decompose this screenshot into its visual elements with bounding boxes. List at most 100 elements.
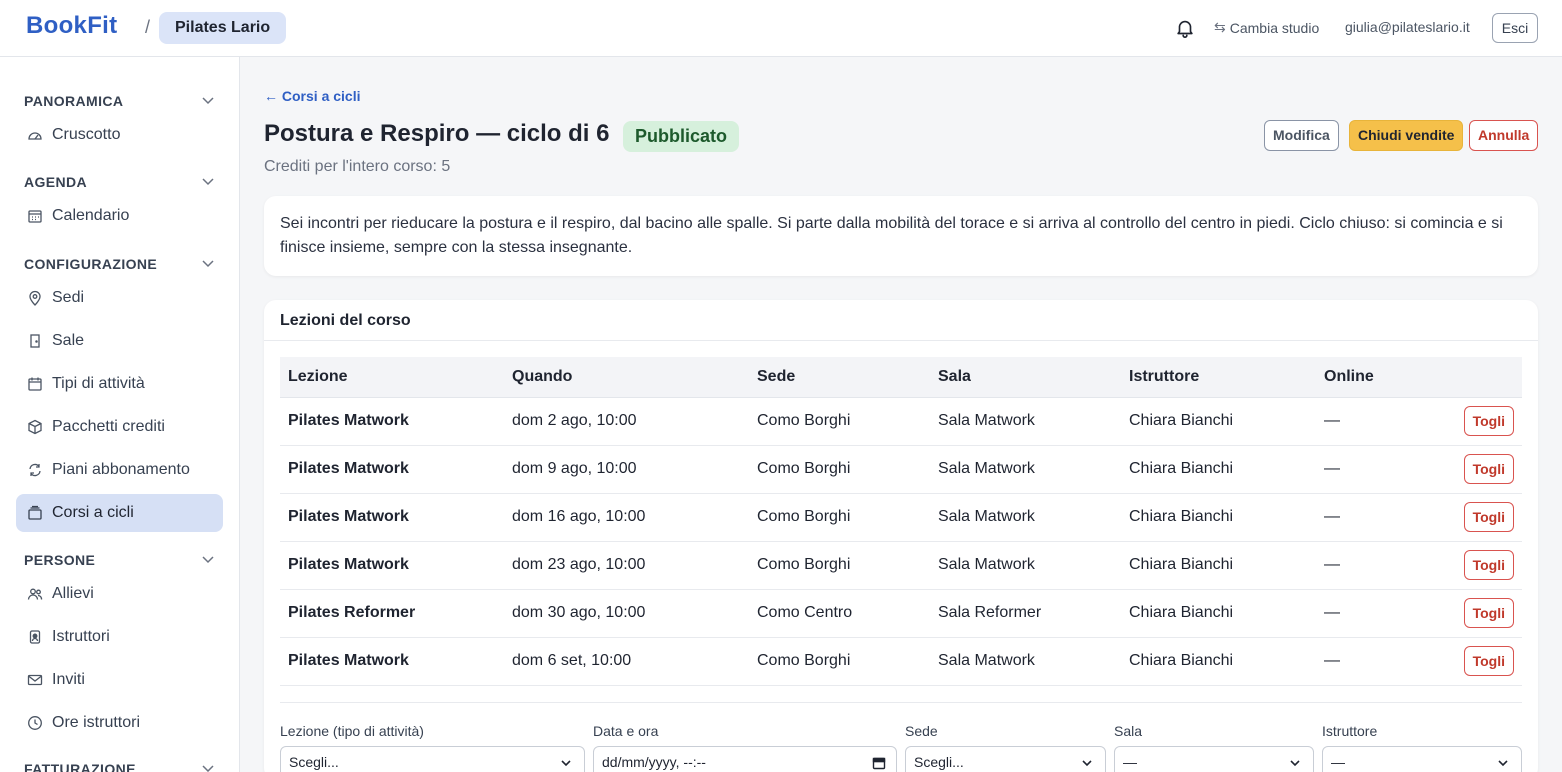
lesson-type-label: Lezione (tipo di attività) <box>280 723 424 739</box>
section-label: AGENDA <box>24 174 88 190</box>
remove-lesson-button[interactable]: Togli <box>1463 406 1514 436</box>
lesson-link[interactable]: Pilates Matwork <box>280 637 504 686</box>
datetime-input[interactable]: dd/mm/yyyy, --:-- <box>593 746 897 772</box>
close-sales-button[interactable]: Chiudi vendite <box>1349 120 1464 151</box>
row-actions: Togli <box>1413 397 1522 446</box>
calendar-icon[interactable] <box>872 756 886 770</box>
logout-button[interactable]: Esci <box>1492 13 1538 43</box>
user-email: giulia@pilateslario.it <box>1345 19 1470 35</box>
remove-lesson-button[interactable]: Togli <box>1463 646 1514 676</box>
column-header: Quando <box>504 357 749 398</box>
table-row: Pilates Reformer dom 30 ago, 10:00 Como … <box>280 589 1522 638</box>
lesson-online: — <box>1316 637 1413 686</box>
lesson-link[interactable]: Pilates Matwork <box>280 445 504 494</box>
venue-select[interactable]: Scegli... <box>905 746 1106 772</box>
clock-icon <box>26 714 44 732</box>
divider <box>280 702 1522 703</box>
cancel-course-button[interactable]: Annulla <box>1469 120 1539 151</box>
studio-name-pill[interactable]: Pilates Lario <box>159 12 287 44</box>
lesson-instructor: Chiara Bianchi <box>1121 397 1316 446</box>
layers-icon <box>26 504 44 522</box>
remove-lesson-button[interactable]: Togli <box>1463 550 1514 580</box>
sidebar-item-ore-istruttori[interactable]: Ore istruttori <box>16 704 223 742</box>
chevron-down-icon <box>1082 760 1092 767</box>
sidebar-item-piani-abbonamento[interactable]: Piani abbonamento <box>16 451 223 489</box>
remove-lesson-button[interactable]: Togli <box>1463 598 1514 628</box>
select-value: — <box>1123 754 1137 770</box>
sidebar-item-cruscotto[interactable]: Cruscotto <box>16 116 223 154</box>
refresh-icon <box>26 461 44 479</box>
back-link[interactable]: ← Corsi a cicli <box>264 88 360 104</box>
lesson-link[interactable]: Pilates Matwork <box>280 493 504 542</box>
row-actions: Togli <box>1413 493 1522 542</box>
chevron-down-icon <box>202 556 214 564</box>
lesson-online: — <box>1316 397 1413 446</box>
lesson-venue: Como Borghi <box>749 541 930 590</box>
calendar-grid-icon <box>26 207 44 225</box>
sidebar-item-label: Calendario <box>52 207 130 224</box>
lesson-venue: Como Borghi <box>749 445 930 494</box>
edit-button[interactable]: Modifica <box>1264 120 1339 151</box>
section-configurazione[interactable]: CONFIGURAZIONE <box>24 256 215 276</box>
table-row: Pilates Matwork dom 6 set, 10:00 Como Bo… <box>280 637 1522 686</box>
row-actions: Togli <box>1413 445 1522 494</box>
sidebar-item-calendario[interactable]: Calendario <box>16 197 223 235</box>
column-header: Sede <box>749 357 930 398</box>
lessons-card: Lezioni del corso Lezione Quando Sede Sa… <box>264 300 1538 772</box>
column-header: Online <box>1316 357 1413 398</box>
select-value: Scegli... <box>289 754 339 770</box>
sidebar-item-pacchetti-crediti[interactable]: Pacchetti crediti <box>16 408 223 446</box>
section-label: PERSONE <box>24 552 96 568</box>
sidebar-item-sale[interactable]: Sale <box>16 322 223 360</box>
lesson-online: — <box>1316 493 1413 542</box>
section-agenda[interactable]: AGENDA <box>24 174 215 194</box>
top-bar: BookFit / Pilates Lario ⇆ Cambia studio … <box>0 0 1562 57</box>
room-select[interactable]: — <box>1114 746 1314 772</box>
section-label: FATTURAZIONE <box>24 761 136 772</box>
sidebar-item-istruttori[interactable]: Istruttori <box>16 618 223 656</box>
lesson-when: dom 23 ago, 10:00 <box>504 541 749 590</box>
lesson-online: — <box>1316 445 1413 494</box>
remove-lesson-button[interactable]: Togli <box>1463 502 1514 532</box>
section-persone[interactable]: PERSONE <box>24 552 215 572</box>
app-logo[interactable]: BookFit <box>26 12 117 40</box>
sidebar-item-tipi-attivita[interactable]: Tipi di attività <box>16 365 223 403</box>
lesson-room: Sala Matwork <box>930 397 1121 446</box>
lesson-room: Sala Reformer <box>930 589 1121 638</box>
course-credits: Crediti per l'intero corso: 5 <box>264 158 451 175</box>
datetime-placeholder: dd/mm/yyyy, --:-- <box>602 754 706 770</box>
chevron-down-icon <box>1498 760 1508 767</box>
sidebar-item-label: Inviti <box>52 671 85 688</box>
swap-arrows-icon: ⇆ <box>1214 19 1226 35</box>
sidebar-item-corsi-a-cicli[interactable]: Corsi a cicli <box>16 494 223 532</box>
sidebar-item-label: Pacchetti crediti <box>52 418 165 435</box>
sidebar-item-inviti[interactable]: Inviti <box>16 661 223 699</box>
switch-studio-link[interactable]: ⇆ Cambia studio <box>1214 19 1319 36</box>
instructor-label: Istruttore <box>1322 723 1378 739</box>
room-label: Sala <box>1114 723 1143 739</box>
sidebar-item-allievi[interactable]: Allievi <box>16 575 223 613</box>
bell-icon[interactable] <box>1174 16 1196 40</box>
description-card: Sei incontri per rieducare la postura e … <box>264 196 1538 276</box>
course-description: Sei incontri per rieducare la postura e … <box>280 215 1503 256</box>
lesson-type-select[interactable]: Scegli... <box>280 746 585 772</box>
gauge-icon <box>26 126 44 144</box>
chevron-down-icon <box>202 97 214 105</box>
lesson-when: dom 2 ago, 10:00 <box>504 397 749 446</box>
lesson-link[interactable]: Pilates Matwork <box>280 397 504 446</box>
sidebar-item-label: Allievi <box>52 585 94 602</box>
table-row: Pilates Matwork dom 9 ago, 10:00 Como Bo… <box>280 445 1522 494</box>
lesson-link[interactable]: Pilates Reformer <box>280 589 504 638</box>
section-fatturazione[interactable]: FATTURAZIONE <box>24 761 215 772</box>
mail-icon <box>26 671 44 689</box>
section-panoramica[interactable]: PANORAMICA <box>24 93 215 113</box>
breadcrumb-separator: / <box>145 17 151 37</box>
table-header-row: Lezione Quando Sede Sala Istruttore Onli… <box>280 357 1522 398</box>
section-label: CONFIGURAZIONE <box>24 256 158 272</box>
remove-lesson-button[interactable]: Togli <box>1463 454 1514 484</box>
lessons-table: Lezione Quando Sede Sala Istruttore Onli… <box>280 357 1522 686</box>
location-pin-icon <box>26 289 44 307</box>
lesson-link[interactable]: Pilates Matwork <box>280 541 504 590</box>
instructor-select[interactable]: — <box>1322 746 1522 772</box>
sidebar-item-sedi[interactable]: Sedi <box>16 279 223 317</box>
